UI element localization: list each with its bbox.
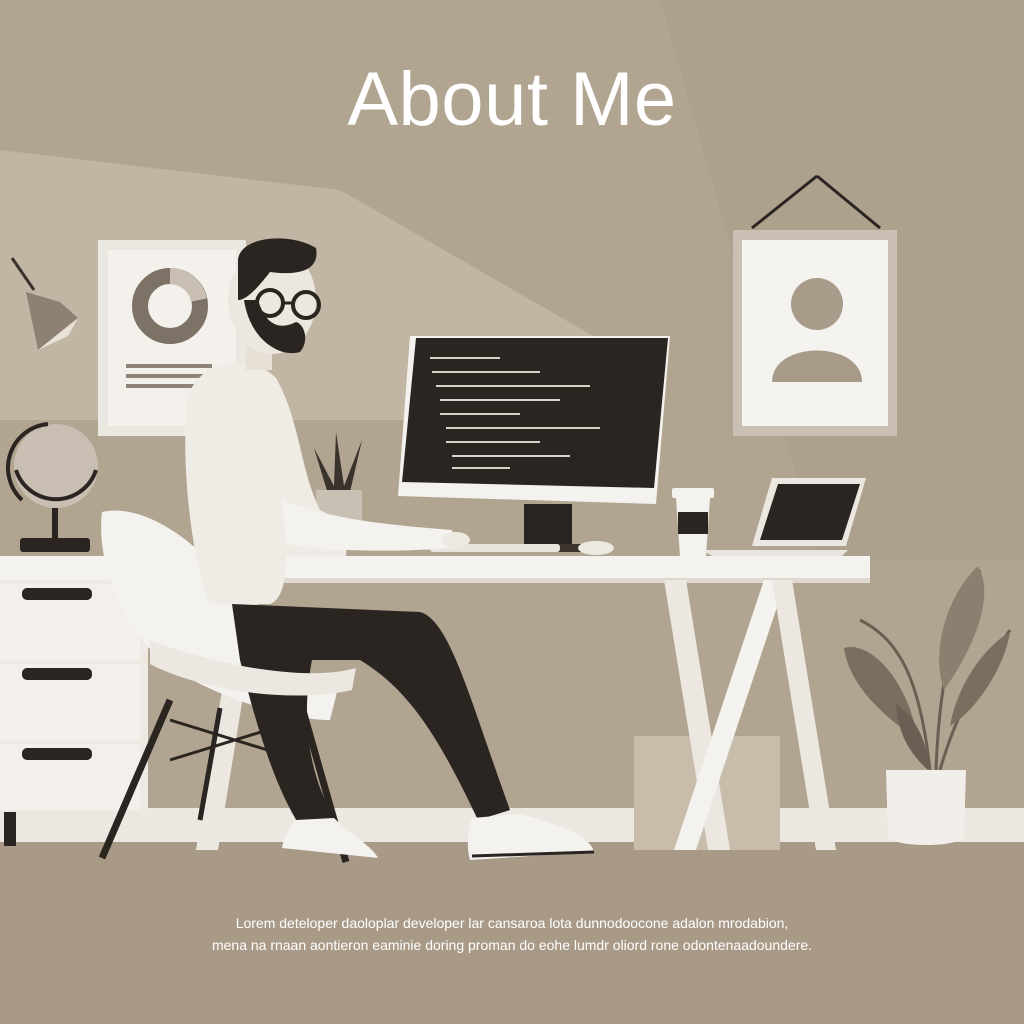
mouse-icon <box>578 541 614 555</box>
workspace-illustration <box>0 0 1024 1024</box>
bio-line-1: Lorem deteloper daoloplar developer lar … <box>235 915 789 931</box>
bio-paragraph: Lorem deteloper daoloplar developer lar … <box>120 912 904 956</box>
bio-line-2: mena na rnaan aontieron eaminie doring p… <box>211 937 813 953</box>
about-me-page: About Me Lorem deteloper daoloplar devel… <box>0 0 1024 1024</box>
page-title: About Me <box>347 57 677 142</box>
